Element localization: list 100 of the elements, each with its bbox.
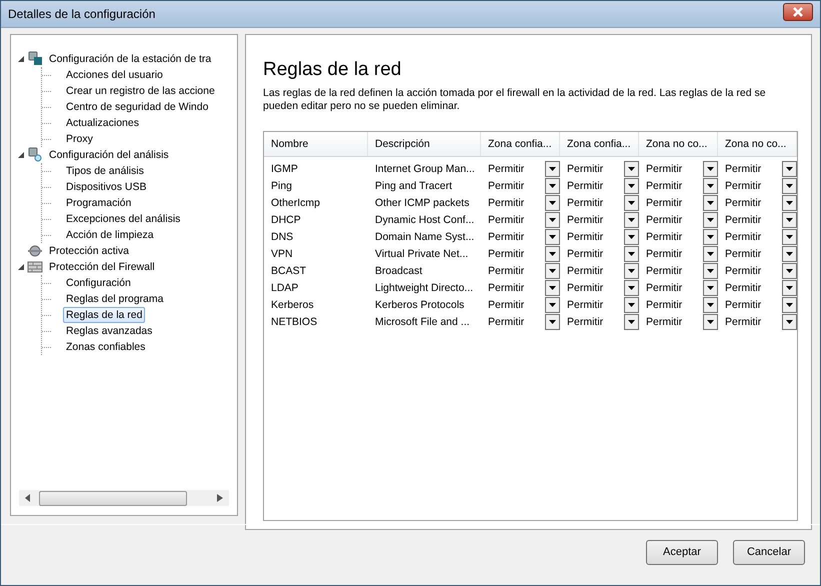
page-heading: Reglas de la red [263, 59, 402, 81]
column-header[interactable]: Zona confia... [481, 132, 560, 156]
action-dropdown[interactable]: Permitir [639, 246, 718, 263]
action-dropdown[interactable]: Permitir [481, 263, 560, 280]
action-dropdown[interactable]: Permitir [481, 195, 560, 212]
action-dropdown[interactable]: Permitir [639, 178, 718, 195]
dropdown-arrow-icon [628, 184, 635, 188]
tree-item[interactable]: Acciones del usuario [63, 67, 166, 83]
action-dropdown[interactable]: Permitir [481, 161, 560, 178]
action-dropdown[interactable]: Permitir [481, 280, 560, 297]
dropdown-arrow-icon [628, 320, 635, 324]
cancel-button[interactable]: Cancelar [733, 540, 805, 564]
action-dropdown[interactable]: Permitir [639, 229, 718, 246]
action-dropdown[interactable]: Permitir [560, 246, 639, 263]
action-dropdown[interactable]: Permitir [560, 229, 639, 246]
dropdown-arrow-icon [549, 303, 556, 307]
action-dropdown[interactable]: Permitir [639, 314, 718, 331]
dropdown-arrow-icon [549, 218, 556, 222]
action-dropdown[interactable]: Permitir [481, 212, 560, 229]
tree-item[interactable]: Actualizaciones [63, 115, 142, 131]
tree-item[interactable]: Reglas de la red [63, 307, 146, 323]
column-header[interactable]: Zona no co... [718, 132, 797, 156]
tree-item[interactable]: Crear un registro de las accione [63, 83, 218, 99]
action-dropdown[interactable]: Permitir [481, 314, 560, 331]
action-dropdown[interactable]: Permitir [718, 263, 797, 280]
tree-item[interactable]: Excepciones del análisis [63, 211, 184, 227]
collapse-icon[interactable] [18, 56, 24, 62]
tree-item[interactable]: Configuración de la estación de tra [46, 51, 214, 67]
dropdown-arrow-icon [786, 201, 793, 205]
scrollbar-thumb[interactable] [39, 490, 187, 506]
table-cell-text: Virtual Private Net... [374, 247, 470, 262]
action-dropdown[interactable]: Permitir [560, 161, 639, 178]
column-header[interactable]: Descripción [368, 132, 481, 156]
tree-item[interactable]: Programación [63, 195, 134, 211]
action-dropdown[interactable]: Permitir [481, 297, 560, 314]
tree-item[interactable]: Centro de seguridad de Windo [63, 99, 212, 115]
dropdown-arrow-icon [707, 184, 714, 188]
tree-item[interactable]: Acción de limpieza [63, 227, 157, 243]
action-dropdown[interactable]: Permitir [718, 161, 797, 178]
brick-wall-icon [27, 259, 43, 275]
action-dropdown[interactable]: Permitir [718, 178, 797, 195]
action-dropdown[interactable]: Permitir [560, 178, 639, 195]
action-dropdown[interactable]: Permitir [639, 212, 718, 229]
action-dropdown[interactable]: Permitir [481, 229, 560, 246]
close-icon [790, 7, 806, 17]
tree-item[interactable]: Configuración [63, 275, 134, 291]
action-dropdown[interactable]: Permitir [639, 195, 718, 212]
action-dropdown[interactable]: Permitir [560, 280, 639, 297]
dropdown-arrow-icon [549, 201, 556, 205]
dropdown-arrow-icon [707, 235, 714, 239]
tree-item[interactable]: Tipos de análisis [63, 163, 147, 179]
close-button[interactable] [783, 3, 813, 21]
action-dropdown[interactable]: Permitir [639, 161, 718, 178]
dropdown-arrow-icon [707, 320, 714, 324]
column-header[interactable]: Zona no co... [639, 132, 718, 156]
horizontal-scrollbar[interactable] [19, 490, 229, 506]
action-dropdown[interactable]: Permitir [560, 297, 639, 314]
dropdown-arrow-icon [786, 235, 793, 239]
action-dropdown[interactable]: Permitir [481, 178, 560, 195]
scroll-right-icon[interactable] [217, 494, 223, 502]
column-header[interactable]: Nombre [264, 132, 368, 156]
tree-item[interactable]: Reglas del programa [63, 291, 166, 307]
dropdown-arrow-icon [786, 269, 793, 273]
action-dropdown[interactable]: Permitir [718, 195, 797, 212]
table-cell-text: Kerberos Protocols [374, 298, 466, 313]
tree-item[interactable]: Dispositivos USB [63, 179, 150, 195]
dropdown-arrow-icon [707, 252, 714, 256]
tree-item[interactable]: Protección activa [46, 243, 132, 259]
action-dropdown[interactable]: Permitir [560, 263, 639, 280]
action-dropdown[interactable]: Permitir [718, 212, 797, 229]
dropdown-arrow-icon [549, 184, 556, 188]
action-dropdown[interactable]: Permitir [560, 314, 639, 331]
table-cell-text: Internet Group Man... [374, 162, 476, 177]
action-dropdown[interactable]: Permitir [639, 297, 718, 314]
dropdown-arrow-icon [707, 286, 714, 290]
page-description: Las reglas de la red definen la acción tomada por el firewall en la actividad de la red. Las reglas de la red se pueden editar pero no se pueden eliminar. [263, 87, 767, 113]
tree-item[interactable]: Protección del Firewall [46, 259, 158, 275]
table-cell-text: IGMP [270, 162, 299, 177]
accept-button[interactable]: Aceptar [646, 540, 718, 564]
action-dropdown[interactable]: Permitir [639, 263, 718, 280]
action-dropdown[interactable]: Permitir [560, 195, 639, 212]
action-dropdown[interactable]: Permitir [639, 280, 718, 297]
tree-item[interactable]: Reglas avanzadas [63, 323, 156, 339]
table-cell-text: LDAP [270, 281, 300, 296]
table-cell-text: BCAST [270, 264, 308, 279]
action-dropdown[interactable]: Permitir [718, 246, 797, 263]
collapse-icon[interactable] [18, 152, 24, 158]
table-cell-text: Dynamic Host Conf... [374, 213, 476, 228]
action-dropdown[interactable]: Permitir [718, 280, 797, 297]
action-dropdown[interactable]: Permitir [718, 229, 797, 246]
action-dropdown[interactable]: Permitir [560, 212, 639, 229]
tree-item[interactable]: Proxy [63, 131, 96, 147]
scroll-left-icon[interactable] [25, 494, 31, 502]
action-dropdown[interactable]: Permitir [481, 246, 560, 263]
tree-item[interactable]: Configuración del análisis [46, 147, 172, 163]
action-dropdown[interactable]: Permitir [718, 314, 797, 331]
action-dropdown[interactable]: Permitir [718, 297, 797, 314]
collapse-icon[interactable] [18, 264, 24, 270]
column-header[interactable]: Zona confia... [560, 132, 639, 156]
tree-item[interactable]: Zonas confiables [63, 339, 148, 355]
